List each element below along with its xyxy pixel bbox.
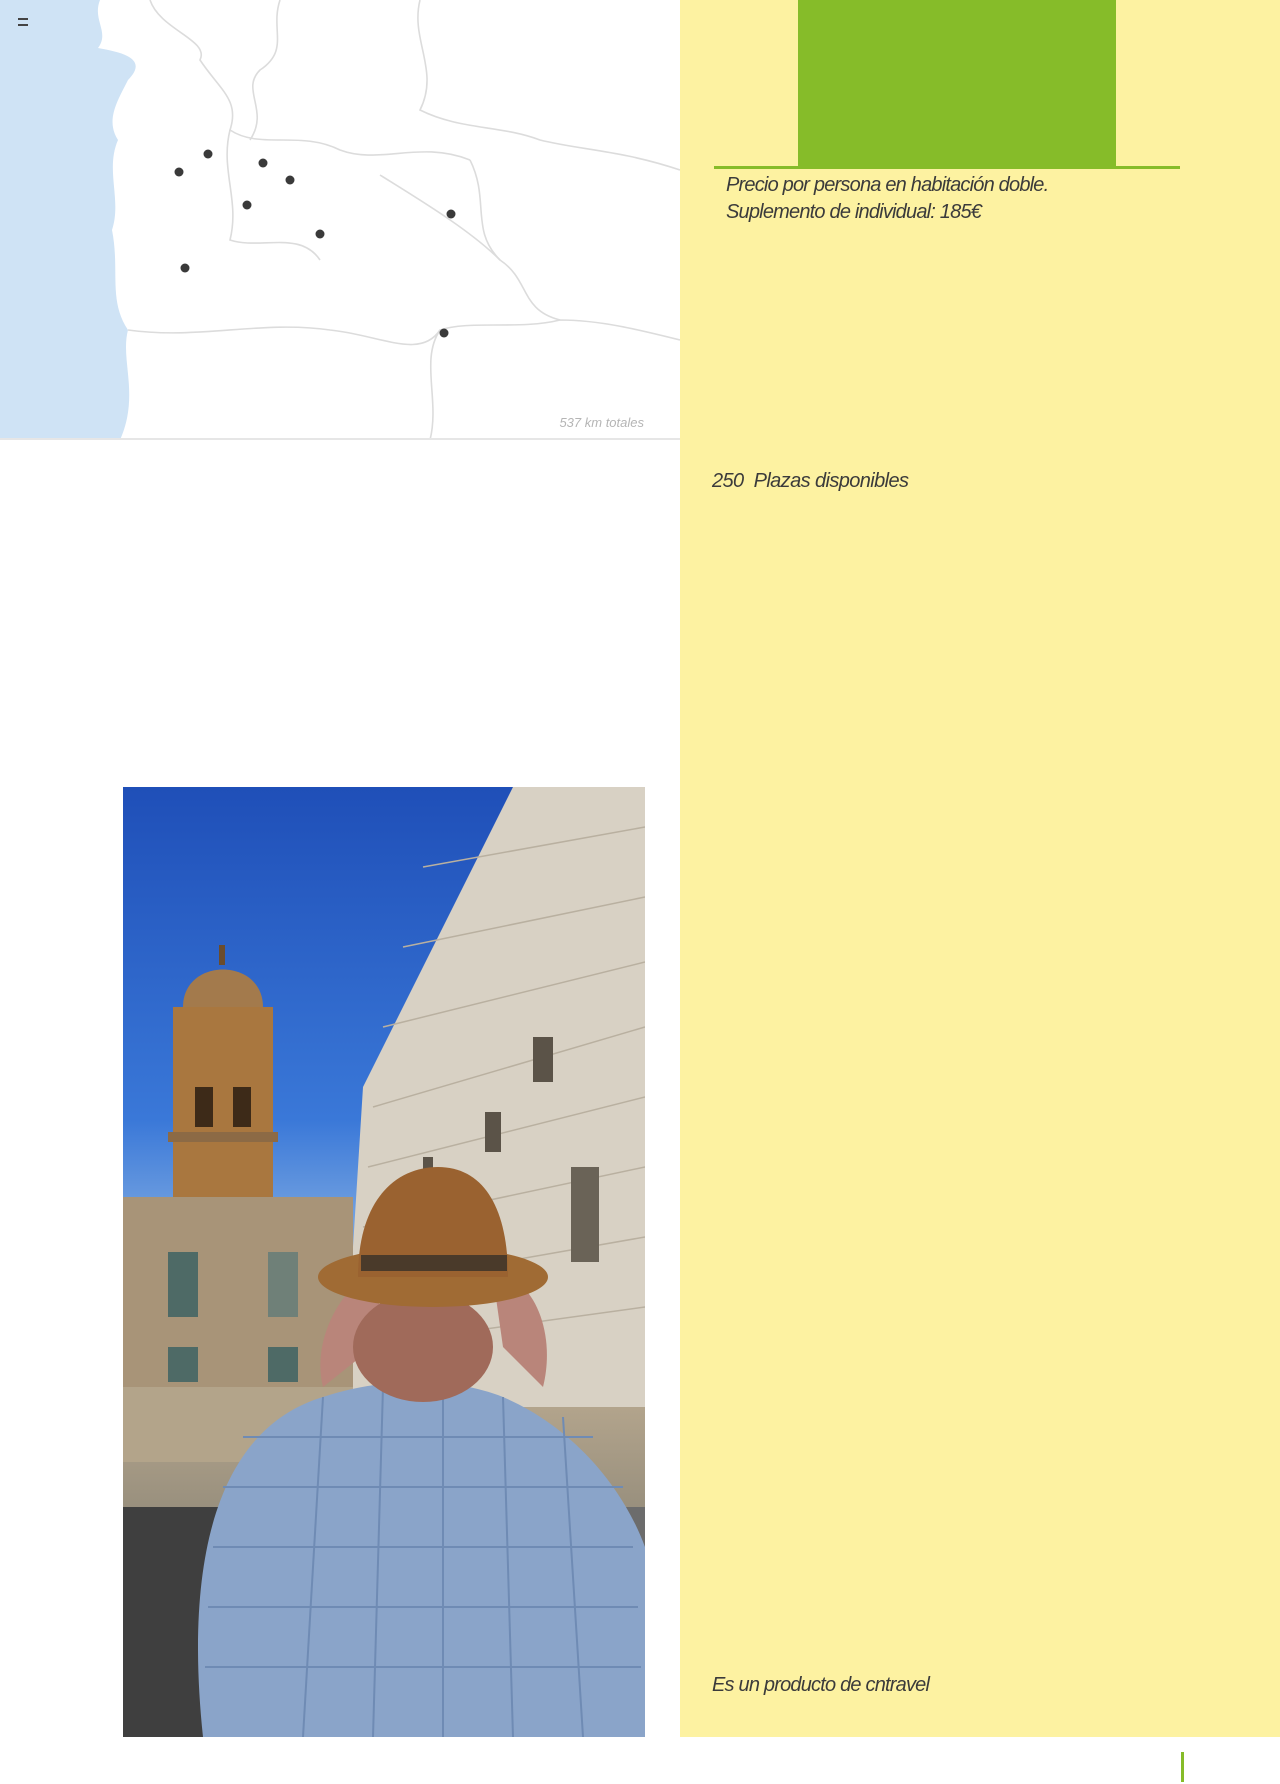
price-divider [714, 166, 1180, 169]
map-divider [0, 438, 680, 440]
seats-label: Plazas disponibles [753, 470, 909, 492]
page-marker [1181, 1752, 1184, 1782]
price-note: Precio por persona en habitación doble. … [726, 172, 1206, 226]
price-box [798, 0, 1116, 167]
map-stop-4 [285, 175, 295, 185]
map-graphic [0, 0, 680, 440]
price-note-line-2: Suplemento de individual: 185€ [726, 201, 982, 223]
info-panel: Precio por persona en habitación doble. … [680, 0, 1280, 1737]
map-caption: 537 km totales [559, 415, 644, 430]
map-stop-8 [180, 263, 190, 273]
route-map: 537 km totales [0, 0, 680, 440]
map-stop-3 [258, 158, 268, 168]
tourist-photo [123, 787, 645, 1737]
map-stop-5 [242, 200, 252, 210]
seats-available: 250 Plazas disponibles [712, 470, 909, 493]
map-stop-9 [439, 328, 449, 338]
map-stop-1 [174, 167, 184, 177]
map-stops [174, 149, 456, 338]
photo-man-with-hat-icon [123, 787, 645, 1737]
price-note-line-1: Precio por persona en habitación doble. [726, 174, 1049, 196]
flag-icon [18, 18, 28, 26]
map-stop-2 [203, 149, 213, 159]
producer-note: Es un producto de cntravel [712, 1674, 930, 1696]
seats-count: 250 [712, 470, 744, 492]
map-stop-7 [446, 209, 456, 219]
map-stop-6 [315, 229, 325, 239]
